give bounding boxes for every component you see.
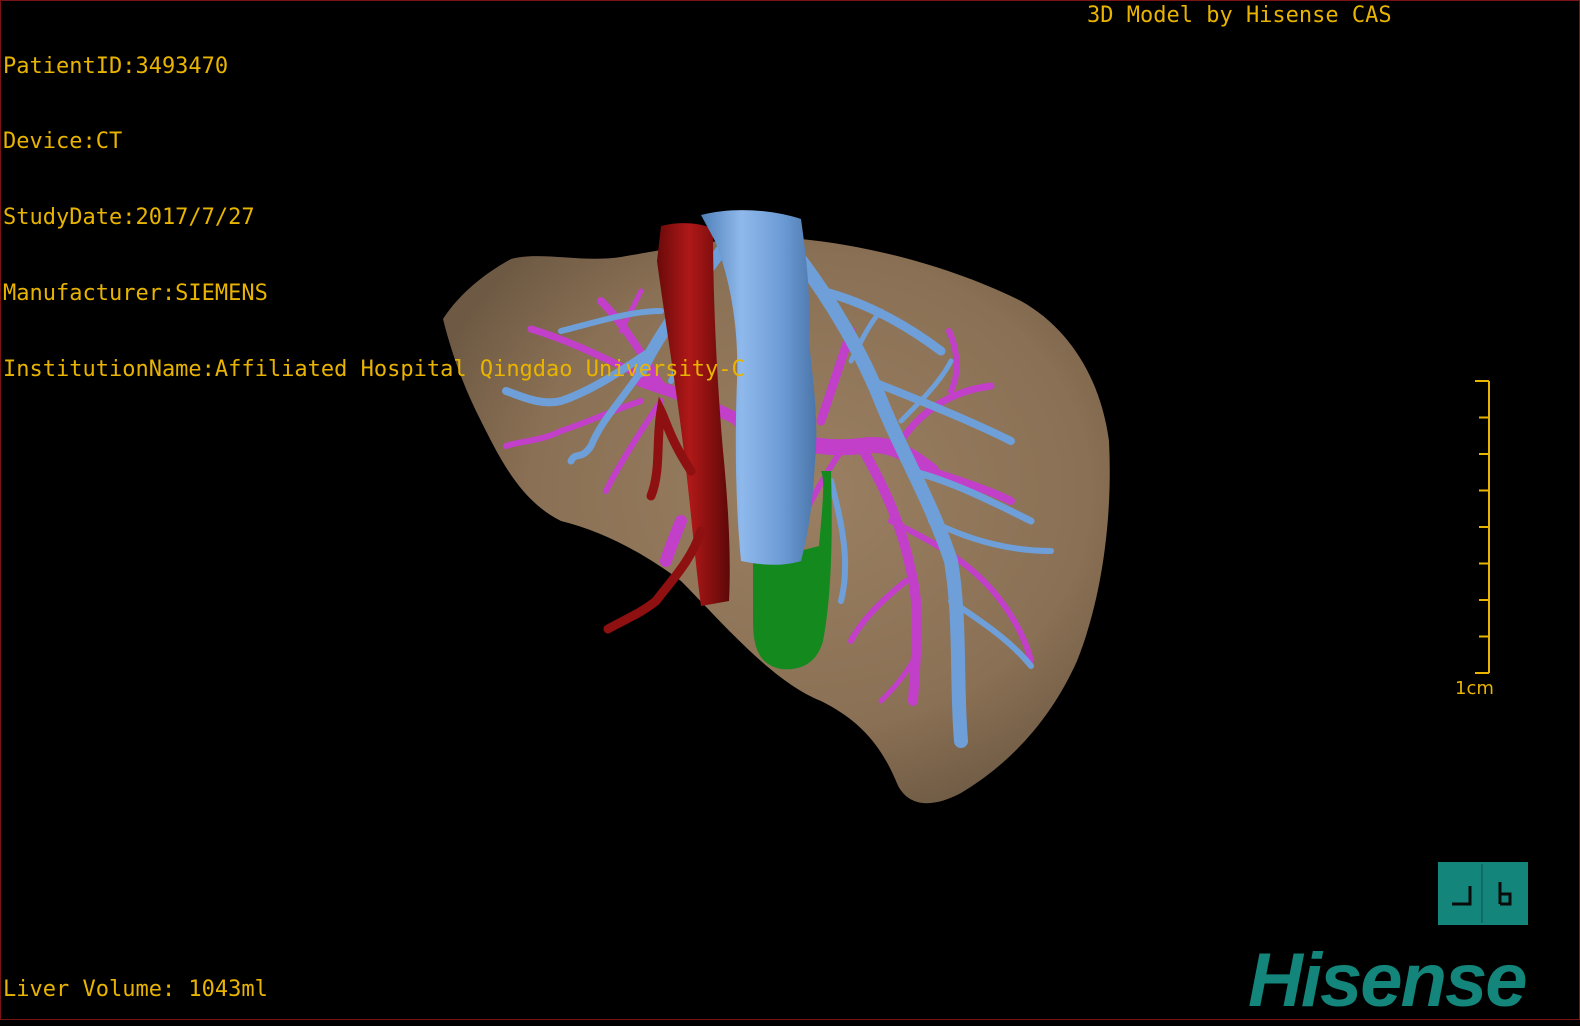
study-date: StudyDate:2017/7/27 xyxy=(3,205,255,231)
manufacturer: Manufacturer:SIEMENS xyxy=(3,281,268,307)
model-caption: 3D Model by Hisense CAS xyxy=(1087,3,1392,28)
liver-volume-readout: Liver Volume: 1043ml xyxy=(3,977,268,1002)
patient-info-panel: PatientID:3493470 Device:CT StudyDate:20… xyxy=(3,3,745,433)
3d-viewport[interactable]: PatientID:3493470 Device:CT StudyDate:20… xyxy=(0,0,1580,1023)
anterior-posterior-orientation-icon xyxy=(1452,864,1512,923)
orientation-toggle-button[interactable] xyxy=(1438,862,1528,925)
device-type: Device:CT xyxy=(3,129,123,155)
patient-id: PatientID:3493470 xyxy=(3,53,229,79)
scale-bar-label: 1cm xyxy=(1455,678,1494,699)
scale-bar xyxy=(1475,380,1490,674)
hisense-logo: Hisense xyxy=(1248,938,1527,1023)
institution-name: InstitutionName:Affiliated Hospital Qing… xyxy=(3,357,745,383)
